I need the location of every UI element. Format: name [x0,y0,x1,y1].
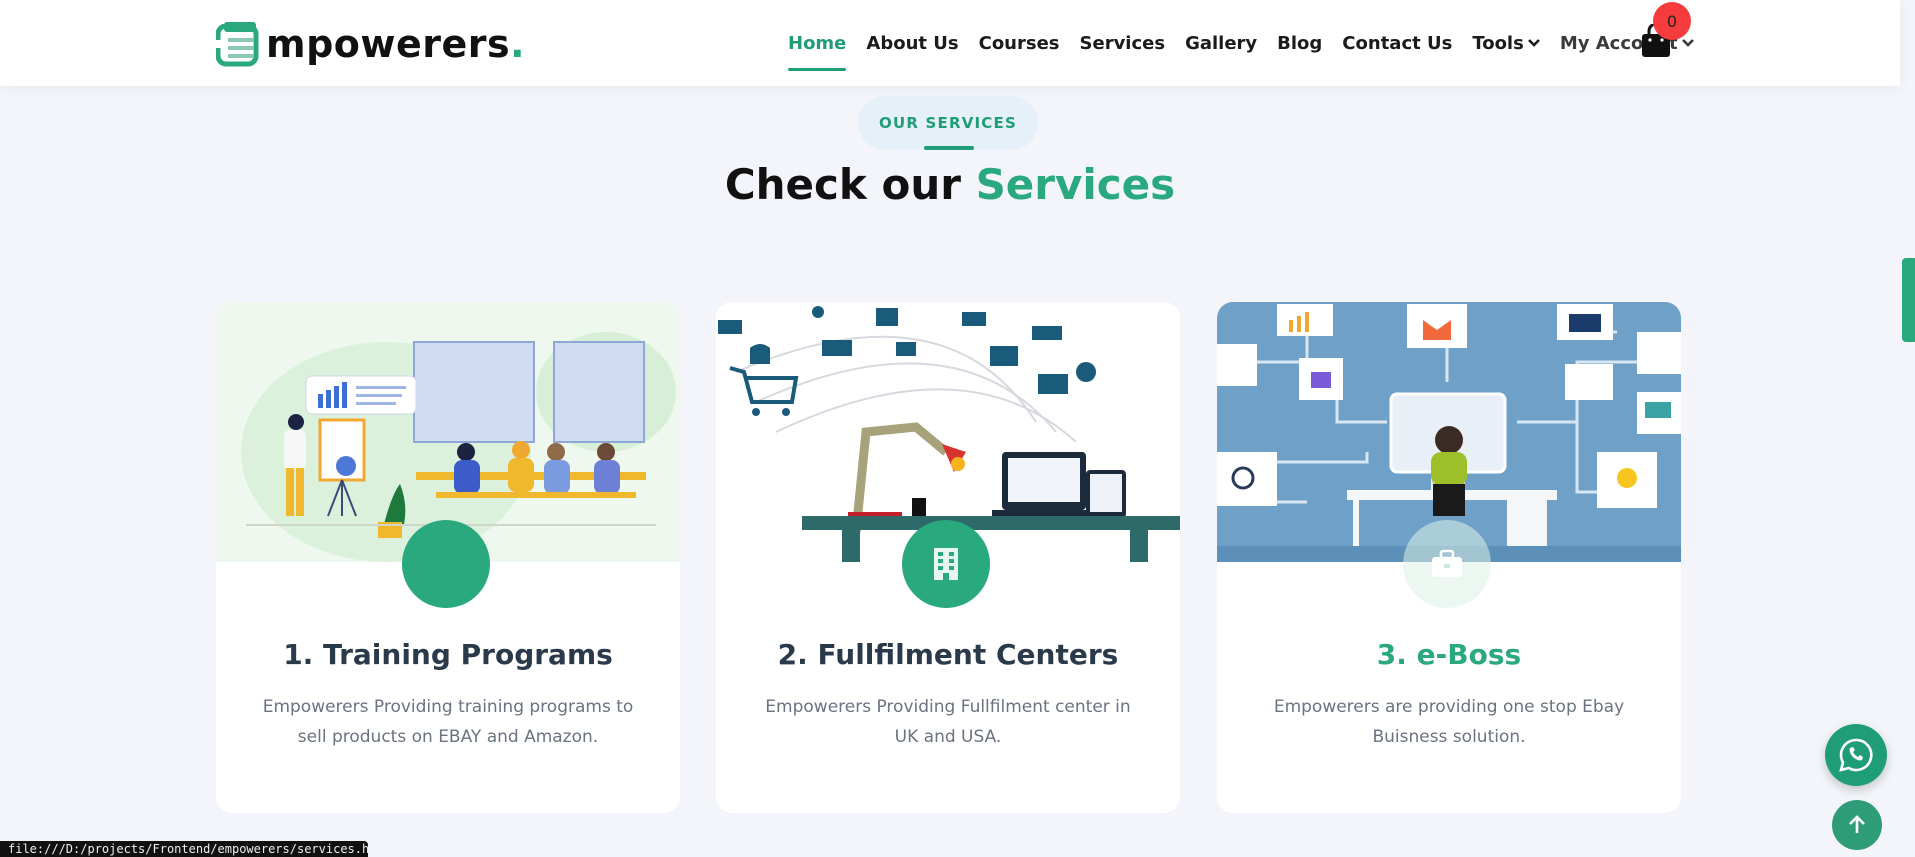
site-logo[interactable]: mpowerers. [216,20,525,68]
service-card-training[interactable]: 1. Training Programs Empowerers Providin… [216,302,680,813]
nav-services[interactable]: Services [1080,0,1166,86]
browser-status-url: file:///D:/projects/Frontend/empowerers/… [0,841,368,857]
side-panel-tab[interactable] [1902,258,1915,342]
card-description: Empowerers Providing training programs t… [262,697,634,747]
arrow-up-icon [1849,815,1865,833]
card-title: 3. e-Boss [1376,638,1522,671]
briefcase-icon [1403,520,1491,608]
eyebrow-underline [924,146,974,150]
nav-home[interactable]: Home [788,0,847,86]
service-card-fulfilment[interactable]: 2. Fullfilment Centers Empowerers Provid… [716,302,1180,813]
card-description: Empowerers Providing Fullfilment center … [765,697,1131,747]
nav-contact-us[interactable]: Contact Us [1342,0,1452,86]
whatsapp-icon [1839,738,1873,772]
chevron-down-icon [1681,39,1694,47]
nav-blog[interactable]: Blog [1277,0,1322,86]
site-header: mpowerers. Home About Us Courses Service… [0,0,1900,86]
card-title: 2. Fullfilment Centers [777,638,1119,671]
circle-icon [402,520,490,608]
cart-count-badge: 0 [1653,2,1691,40]
nav-courses[interactable]: Courses [979,0,1060,86]
nav-about-us[interactable]: About Us [866,0,958,86]
card-description: Empowerers are providing one stop Ebay B… [1273,697,1625,747]
main-nav: Home About Us Courses Services Gallery B… [788,0,1714,86]
scroll-to-top-button[interactable] [1832,800,1882,850]
nav-tools-dropdown[interactable]: Tools [1472,0,1540,86]
section-eyebrow: OUR SERVICES [858,96,1038,150]
section-title: Check our Services [724,160,1176,209]
service-card-eboss[interactable]: 3. e-Boss Empowerers are providing one s… [1217,302,1681,813]
chevron-down-icon [1527,39,1540,47]
logo-book-icon [216,22,259,67]
logo-text: mpowerers. [266,22,526,66]
building-icon [902,520,990,608]
whatsapp-button[interactable] [1825,724,1887,786]
nav-gallery[interactable]: Gallery [1185,0,1257,86]
card-title: 1. Training Programs [283,638,613,671]
